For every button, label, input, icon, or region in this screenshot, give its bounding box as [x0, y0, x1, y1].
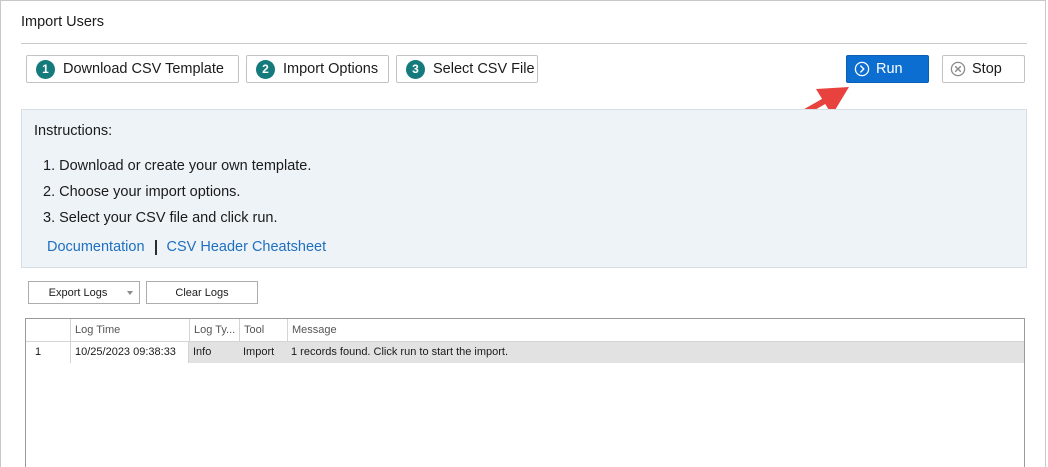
column-header-log-type[interactable]: Log Ty...: [189, 319, 239, 341]
window-title: Import Users: [21, 14, 104, 30]
run-button[interactable]: Run: [846, 55, 929, 83]
log-grid-header: Log Time Log Ty... Tool Message: [26, 319, 1024, 342]
clear-logs-label: Clear Logs: [175, 286, 229, 299]
caret-down-icon: [127, 291, 133, 295]
log-grid[interactable]: Log Time Log Ty... Tool Message 1 10/25/…: [25, 318, 1025, 467]
instructions-panel: Instructions: 1. Download or create your…: [21, 109, 1027, 268]
cell-log-type: Info: [189, 342, 239, 363]
link-separator: [154, 239, 157, 255]
documentation-link[interactable]: Documentation: [47, 239, 145, 255]
import-options-button[interactable]: 2 Import Options: [246, 55, 389, 83]
import-options-label: Import Options: [283, 61, 379, 77]
instruction-links: Documentation CSV Header Cheatsheet: [47, 239, 326, 255]
circle-x-icon: [950, 61, 966, 77]
export-logs-dropdown[interactable]: Export Logs: [28, 281, 140, 304]
select-csv-file-label: Select CSV File: [433, 61, 535, 77]
step-2-badge: 2: [256, 59, 275, 79]
import-users-window: Import Users 1 Download CSV Template 2 I…: [0, 0, 1046, 467]
instruction-step-1: 1. Download or create your own template.: [43, 158, 312, 174]
cell-tool: Import: [239, 342, 287, 363]
download-csv-template-label: Download CSV Template: [63, 61, 224, 77]
step-3-badge: 3: [406, 59, 425, 79]
download-csv-template-button[interactable]: 1 Download CSV Template: [26, 55, 239, 83]
row-number: 1: [35, 346, 42, 358]
table-row[interactable]: 1 10/25/2023 09:38:33 Info Import 1 reco…: [26, 342, 1024, 363]
column-header-log-time[interactable]: Log Time: [70, 319, 190, 341]
stop-button[interactable]: Stop: [942, 55, 1025, 83]
cell-message: 1 records found. Click run to start the …: [287, 342, 1024, 363]
export-logs-label: Export Logs: [48, 286, 108, 299]
column-header-message[interactable]: Message: [287, 319, 1024, 341]
csv-header-cheatsheet-link[interactable]: CSV Header Cheatsheet: [167, 239, 327, 255]
select-csv-file-button[interactable]: 3 Select CSV File: [396, 55, 538, 83]
step-1-badge: 1: [36, 59, 55, 79]
clear-logs-button[interactable]: Clear Logs: [146, 281, 258, 304]
column-header-tool[interactable]: Tool: [239, 319, 288, 341]
instruction-step-3: 3. Select your CSV file and click run.: [43, 210, 278, 226]
run-label: Run: [876, 61, 903, 77]
stop-label: Stop: [972, 61, 1002, 77]
title-divider: [21, 43, 1027, 44]
cell-log-time: 10/25/2023 09:38:33: [70, 342, 189, 363]
instructions-title: Instructions:: [34, 123, 113, 139]
circle-chevron-right-icon: [854, 61, 870, 77]
instruction-step-2: 2. Choose your import options.: [43, 184, 241, 200]
